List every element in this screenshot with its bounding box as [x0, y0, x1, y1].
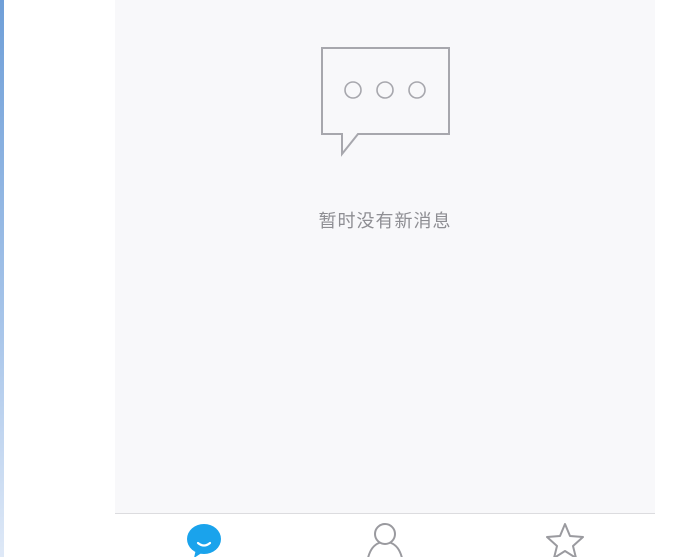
tab-favorites[interactable] [543, 522, 587, 557]
star-icon [545, 522, 585, 557]
screen: 暂时没有新消息 [0, 0, 683, 557]
chat-bubble-ellipsis-icon [320, 46, 452, 158]
person-icon [365, 522, 405, 557]
window-edge-accent [0, 0, 4, 557]
bottom-tab-bar [115, 513, 655, 557]
tab-messages[interactable] [182, 522, 226, 557]
messages-panel: 暂时没有新消息 [115, 0, 655, 557]
tab-contacts[interactable] [363, 522, 407, 557]
message-bubble-icon [185, 522, 223, 557]
empty-state: 暂时没有新消息 [115, 0, 655, 513]
empty-message-text: 暂时没有新消息 [318, 211, 452, 232]
